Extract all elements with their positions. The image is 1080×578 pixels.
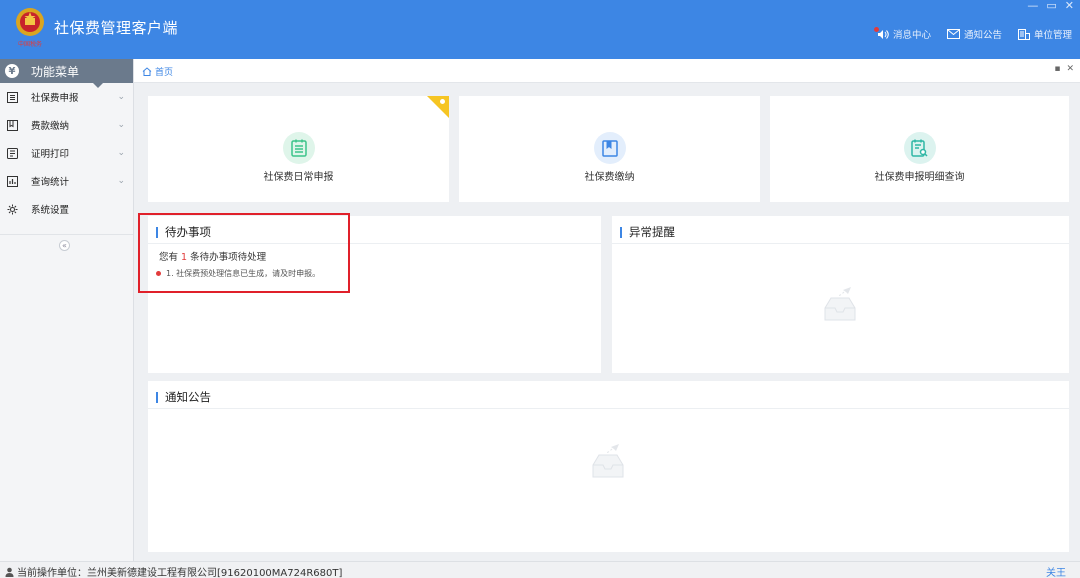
- shortcut-label: 社保费缴纳: [584, 172, 635, 183]
- gear-icon: [7, 204, 18, 215]
- alerts-panel: 异常提醒: [612, 216, 1069, 373]
- sidebar-divider: [0, 234, 133, 235]
- minimize-button[interactable]: —: [1027, 0, 1038, 12]
- message-center-label: 消息中心: [892, 30, 931, 41]
- empty-inbox-icon: [824, 287, 856, 321]
- app-header: 中国税务 社保费管理客户端 — ▭ ✕ 消息中心 通知公告 单位管理: [0, 0, 1080, 59]
- message-center-link[interactable]: 消息中心: [873, 26, 931, 41]
- tab-home-label: 首页: [155, 68, 174, 78]
- current-unit-status: 当前操作单位：兰州美新德建设工程有限公司[91620100MA724R680T]: [5, 564, 342, 578]
- notice-label: 通知公告: [963, 30, 1002, 41]
- doc-search-icon: [903, 132, 936, 164]
- chevron-down-icon: ⌄: [117, 92, 125, 102]
- notice-link[interactable]: 通知公告: [946, 27, 1002, 41]
- restore-button[interactable]: ▭: [1046, 0, 1056, 12]
- tab-maximize-icon[interactable]: ▪: [1054, 64, 1060, 74]
- sidebar-item-label: 系统设置: [31, 205, 70, 216]
- unit-management-link[interactable]: 单位管理: [1017, 27, 1072, 41]
- sidebar: ¥ 功能菜单 社保费申报 ⌄ 费款缴纳 ⌄ 证明打印 ⌄ 查询统计 ⌄ 系统设置…: [0, 59, 134, 561]
- sidebar-item-label: 查询统计: [31, 177, 70, 188]
- unit-management-label: 单位管理: [1033, 30, 1072, 41]
- annotation-highlight-box: [138, 213, 350, 293]
- sidebar-item-query-stats[interactable]: 查询统计 ⌄: [0, 167, 133, 195]
- app-title: 社保费管理客户端: [54, 19, 179, 37]
- book-icon: [7, 119, 18, 131]
- alerts-panel-title: 异常提醒: [620, 224, 675, 240]
- notices-panel: 通知公告: [148, 381, 1069, 552]
- svg-text:中国税务: 中国税务: [18, 40, 42, 48]
- chevron-down-icon: ⌄: [117, 176, 125, 186]
- yuan-icon: ¥: [5, 64, 19, 78]
- building-icon: [1017, 29, 1030, 40]
- corner-badge: [427, 96, 449, 118]
- sidebar-item-label: 证明打印: [31, 149, 70, 160]
- shortcut-payment[interactable]: 社保费缴纳: [459, 96, 760, 202]
- close-link[interactable]: 关王: [1046, 564, 1066, 578]
- shortcut-label: 社保费日常申报: [263, 172, 334, 183]
- status-bar: 当前操作单位：兰州美新德建设工程有限公司[91620100MA724R680T]…: [0, 561, 1080, 578]
- badge-dot-icon: [440, 99, 445, 104]
- tab-controls: ▪ ✕: [1054, 64, 1074, 74]
- chevron-down-icon: ⌄: [117, 148, 125, 158]
- bell-icon: [873, 26, 889, 40]
- sidebar-item-system-settings[interactable]: 系统设置: [0, 195, 133, 223]
- current-unit-text: 当前操作单位：兰州美新德建设工程有限公司[91620100MA724R680T]: [17, 568, 343, 578]
- shortcut-detail-query[interactable]: 社保费申报明细查询: [770, 96, 1069, 202]
- chart-icon: [7, 175, 18, 187]
- shortcut-daily-declaration[interactable]: 社保费日常申报: [148, 96, 449, 202]
- header-nav: 消息中心 通知公告 单位管理: [873, 26, 1072, 41]
- chevron-down-icon: ⌄: [117, 120, 125, 130]
- print-icon: [7, 147, 18, 159]
- user-icon: [5, 567, 14, 577]
- form-icon: [7, 91, 18, 103]
- empty-inbox-icon: [592, 444, 624, 478]
- close-window-button[interactable]: ✕: [1065, 0, 1074, 12]
- tab-close-icon[interactable]: ✕: [1066, 64, 1074, 74]
- national-emblem-logo: 中国税务: [16, 8, 44, 48]
- sidebar-item-payment[interactable]: 费款缴纳 ⌄: [0, 111, 133, 139]
- sidebar-item-declaration[interactable]: 社保费申报 ⌄: [0, 83, 133, 111]
- window-controls: — ▭ ✕: [1027, 0, 1074, 12]
- home-icon: [142, 67, 152, 76]
- shortcut-label: 社保费申报明细查询: [874, 172, 965, 183]
- sidebar-item-label: 社保费申报: [31, 93, 79, 104]
- sidebar-item-certificate-print[interactable]: 证明打印 ⌄: [0, 139, 133, 167]
- notices-panel-title: 通知公告: [156, 389, 211, 405]
- doc-list-icon: [282, 132, 315, 164]
- bookmark-icon: [593, 132, 626, 164]
- function-menu-title: 功能菜单: [31, 64, 80, 79]
- function-menu-header: ¥ 功能菜单: [0, 59, 133, 88]
- breadcrumb-tabbar: 首页 ▪ ✕: [134, 59, 1080, 83]
- sidebar-collapse-button[interactable]: «: [59, 240, 70, 251]
- sidebar-item-label: 费款缴纳: [31, 121, 70, 132]
- mail-icon: [946, 29, 960, 39]
- tab-home[interactable]: 首页: [142, 65, 173, 78]
